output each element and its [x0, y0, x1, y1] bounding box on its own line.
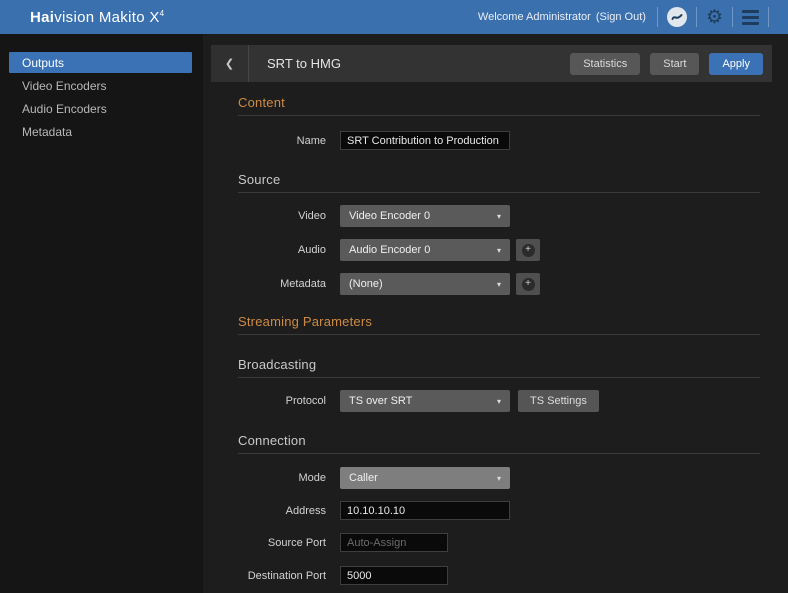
gear-icon[interactable]: ⚙	[706, 8, 723, 27]
menu-bar	[742, 16, 759, 19]
address-input[interactable]	[340, 501, 510, 520]
sidebar-item-outputs[interactable]: Outputs	[9, 52, 192, 73]
video-label: Video	[238, 210, 326, 222]
status-icon[interactable]	[667, 7, 687, 27]
section-heading-source: Source	[238, 172, 760, 193]
chevron-down-icon: ▾	[497, 474, 501, 483]
sidebar-item-metadata[interactable]: Metadata	[9, 121, 192, 142]
hamburger-menu-icon[interactable]	[742, 10, 759, 25]
metadata-source-value: (None)	[349, 278, 383, 290]
video-source-value: Video Encoder 0	[349, 210, 430, 222]
chevron-down-icon: ▾	[497, 212, 501, 221]
brand-logo-rest: vision Makito X	[54, 9, 159, 26]
name-label: Name	[238, 135, 326, 147]
sidebar: Outputs Video Encoders Audio Encoders Me…	[0, 34, 203, 593]
source-port-row: Source Port	[238, 533, 760, 552]
name-row: Name	[238, 131, 760, 150]
top-bar: Haivision Makito X4 Welcome Administrato…	[0, 0, 788, 34]
panel-header: ❮ SRT to HMG Statistics Start Apply	[211, 45, 772, 82]
audio-source-dropdown[interactable]: Audio Encoder 0 ▾	[340, 239, 510, 261]
divider	[657, 7, 658, 27]
menu-bar	[742, 22, 759, 25]
video-source-dropdown[interactable]: Video Encoder 0 ▾	[340, 205, 510, 227]
protocol-row: Protocol TS over SRT ▾ TS Settings	[238, 390, 760, 412]
ts-settings-button[interactable]: TS Settings	[518, 390, 599, 412]
mode-label: Mode	[238, 472, 326, 484]
plus-icon: +	[522, 278, 535, 291]
wave-status-icon	[670, 10, 684, 24]
protocol-label: Protocol	[238, 395, 326, 407]
audio-label: Audio	[238, 244, 326, 256]
chevron-down-icon: ▾	[497, 246, 501, 255]
mode-dropdown[interactable]: Caller ▾	[340, 467, 510, 489]
mode-value: Caller	[349, 472, 378, 484]
back-button[interactable]: ❮	[211, 45, 249, 82]
form-area: Content Name Source Video Video Encoder …	[238, 95, 760, 585]
metadata-source-dropdown[interactable]: (None) ▾	[340, 273, 510, 295]
add-metadata-button[interactable]: +	[516, 273, 540, 295]
name-input[interactable]	[340, 131, 510, 150]
statistics-button[interactable]: Statistics	[570, 53, 640, 75]
sign-out-link[interactable]: (Sign Out)	[596, 11, 646, 23]
start-button[interactable]: Start	[650, 53, 699, 75]
page-body: Outputs Video Encoders Audio Encoders Me…	[0, 34, 788, 593]
source-port-input[interactable]	[340, 533, 448, 552]
sidebar-item-video-encoders[interactable]: Video Encoders	[9, 75, 192, 96]
main-panel: ❮ SRT to HMG Statistics Start Apply Cont…	[203, 34, 788, 593]
menu-bar	[742, 10, 759, 13]
brand-logo-bold: Hai	[30, 9, 54, 26]
sidebar-item-audio-encoders[interactable]: Audio Encoders	[9, 98, 192, 119]
audio-row: Audio Audio Encoder 0 ▾ +	[238, 239, 760, 261]
section-heading-content: Content	[238, 95, 760, 116]
brand-logo-sup: 4	[160, 9, 165, 18]
apply-button[interactable]: Apply	[709, 53, 763, 75]
protocol-value: TS over SRT	[349, 395, 412, 407]
address-label: Address	[238, 505, 326, 517]
divider	[768, 7, 769, 27]
topbar-right: Welcome Administrator (Sign Out) ⚙	[478, 7, 778, 27]
welcome-text: Welcome Administrator	[478, 11, 591, 23]
audio-source-value: Audio Encoder 0	[349, 244, 430, 256]
section-heading-connection: Connection	[238, 433, 760, 454]
chevron-down-icon: ▾	[497, 280, 501, 289]
plus-icon: +	[522, 244, 535, 257]
destination-port-label: Destination Port	[238, 570, 326, 582]
address-row: Address	[238, 501, 760, 520]
metadata-row: Metadata (None) ▾ +	[238, 273, 760, 295]
metadata-label: Metadata	[238, 278, 326, 290]
add-audio-button[interactable]: +	[516, 239, 540, 261]
chevron-down-icon: ▾	[497, 397, 501, 406]
page-title: SRT to HMG	[267, 56, 560, 71]
brand-logo: Haivision Makito X4	[30, 9, 164, 26]
destination-port-input[interactable]	[340, 566, 448, 585]
mode-row: Mode Caller ▾	[238, 467, 760, 489]
divider	[696, 7, 697, 27]
video-row: Video Video Encoder 0 ▾	[238, 205, 760, 227]
source-port-label: Source Port	[238, 537, 326, 549]
section-heading-broadcasting: Broadcasting	[238, 357, 760, 378]
divider	[732, 7, 733, 27]
protocol-dropdown[interactable]: TS over SRT ▾	[340, 390, 510, 412]
destination-port-row: Destination Port	[238, 566, 760, 585]
section-heading-streaming-parameters: Streaming Parameters	[238, 314, 760, 335]
